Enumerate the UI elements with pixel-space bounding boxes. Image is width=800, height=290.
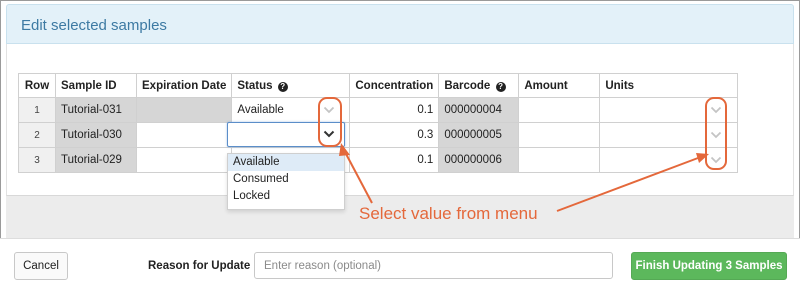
- column-header-barcode: Barcode ?: [438, 73, 520, 98]
- sample-id-cell: Tutorial-030: [55, 122, 137, 148]
- column-header-status: Status ?: [231, 73, 351, 98]
- barcode-cell: 000000004: [438, 97, 520, 123]
- annotation-callout: Select value from menu: [359, 204, 538, 223]
- finish-updating-button[interactable]: Finish Updating 3 Samples: [631, 252, 787, 280]
- column-header-units: Units: [599, 73, 739, 98]
- column-header-status-label: Status: [237, 79, 273, 92]
- table-row: 2 Tutorial-030 0.3 000000005: [18, 122, 739, 148]
- column-header-barcode-label: Barcode: [444, 79, 491, 92]
- sample-id-cell: Tutorial-029: [55, 147, 137, 173]
- table-row: 1 Tutorial-031 Available 0.1 000000004: [18, 97, 739, 123]
- dialog-title: Edit selected samples: [21, 17, 167, 34]
- menu-item-consumed[interactable]: Consumed: [228, 171, 344, 188]
- column-header-expiration-date: Expiration Date: [135, 73, 233, 98]
- barcode-cell: 000000006: [438, 147, 520, 173]
- column-header-sample-id: Sample ID: [55, 73, 137, 98]
- amount-cell[interactable]: [518, 97, 601, 123]
- dialog-header: Edit selected samples: [6, 4, 794, 44]
- amount-cell[interactable]: [518, 147, 601, 173]
- expiration-date-cell[interactable]: [135, 122, 233, 148]
- sample-id-cell: Tutorial-031: [55, 97, 137, 123]
- concentration-cell[interactable]: 0.1: [349, 97, 440, 123]
- samples-grid: Row Sample ID Expiration Date Status ? C…: [18, 73, 739, 173]
- amount-cell[interactable]: [518, 122, 601, 148]
- annotation-highlight-status: [318, 97, 342, 147]
- table-row: 3 Tutorial-029 0.1 000000006: [18, 147, 739, 173]
- reason-label: Reason for Update: [148, 260, 251, 272]
- row-number-cell: 2: [18, 122, 56, 148]
- row-number-cell: 1: [18, 97, 56, 123]
- grid-header-row: Row Sample ID Expiration Date Status ? C…: [18, 73, 739, 98]
- help-icon[interactable]: ?: [495, 81, 506, 92]
- column-header-amount: Amount: [518, 73, 601, 98]
- barcode-cell: 000000005: [438, 122, 520, 148]
- menu-item-locked[interactable]: Locked: [228, 188, 344, 205]
- help-icon[interactable]: ?: [277, 81, 288, 92]
- annotation-highlight-units: [705, 97, 727, 170]
- row-number-cell: 3: [18, 147, 56, 173]
- status-dropdown-menu: Available Consumed Locked: [227, 153, 345, 210]
- expiration-date-cell[interactable]: [135, 147, 233, 173]
- reason-input[interactable]: [254, 252, 613, 279]
- column-header-row: Row: [18, 73, 56, 98]
- menu-item-available[interactable]: Available: [228, 154, 344, 171]
- column-header-concentration: Concentration: [349, 73, 440, 98]
- expiration-date-cell: [135, 97, 233, 123]
- concentration-cell[interactable]: 0.1: [349, 147, 440, 173]
- concentration-cell[interactable]: 0.3: [349, 122, 440, 148]
- cancel-button[interactable]: Cancel: [14, 252, 68, 280]
